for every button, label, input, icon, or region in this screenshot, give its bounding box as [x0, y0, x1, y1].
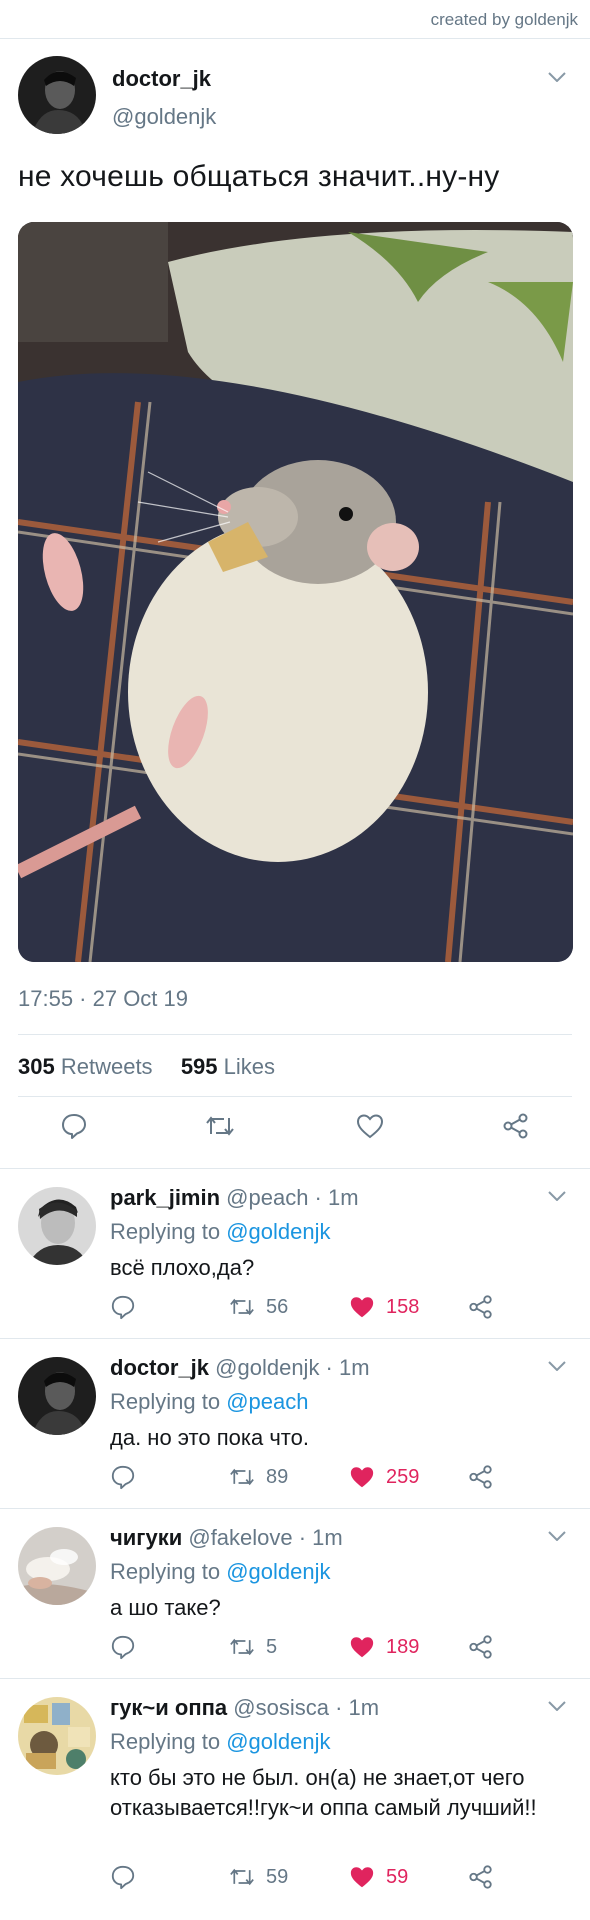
chevron-down-icon[interactable] [548, 1361, 566, 1371]
avatar[interactable] [18, 56, 96, 134]
share-icon[interactable] [468, 1291, 494, 1323]
replying-to-link[interactable]: @peach [226, 1389, 308, 1414]
replying-to-link[interactable]: @goldenjk [226, 1559, 330, 1584]
chevron-down-icon[interactable] [548, 1191, 566, 1201]
author-name[interactable]: doctor_jk [112, 66, 211, 92]
avatar[interactable] [18, 1357, 96, 1435]
replying-to: Replying to @peach [110, 1389, 308, 1415]
like-count[interactable]: 595 [181, 1054, 218, 1079]
heart-filled-icon [350, 1297, 374, 1318]
reply-author-handle[interactable]: @goldenjk · 1m [215, 1355, 369, 1380]
like-count: 189 [386, 1635, 420, 1658]
reply-header: doctor_jk @goldenjk · 1m [110, 1355, 370, 1381]
reply-icon[interactable] [110, 1461, 136, 1493]
chevron-down-icon[interactable] [548, 72, 566, 82]
reply-tweet[interactable]: doctor_jk @goldenjk · 1m Replying to @pe… [0, 1338, 590, 1508]
avatar[interactable] [18, 1187, 96, 1265]
replying-to-label: Replying to [110, 1559, 221, 1584]
like-count: 158 [386, 1295, 420, 1318]
retweet-icon [230, 1298, 254, 1316]
retweet-icon [230, 1868, 254, 1886]
reply-actions: 89 259 [0, 1461, 590, 1493]
replying-to: Replying to @goldenjk [110, 1559, 331, 1585]
like-button[interactable]: 158 [348, 1291, 419, 1323]
replying-to-label: Replying to [110, 1729, 221, 1754]
retweet-icon[interactable] [202, 1108, 238, 1144]
chevron-down-icon[interactable] [548, 1701, 566, 1711]
reply-tweet[interactable]: чигуки @fakelove · 1m Replying to @golde… [0, 1508, 590, 1678]
reply-author-name[interactable]: doctor_jk [110, 1355, 209, 1380]
reply-icon[interactable] [110, 1291, 136, 1323]
reply-author-handle[interactable]: @peach · 1m [226, 1185, 358, 1210]
reply-icon[interactable] [110, 1861, 136, 1893]
reply-text: а шо таке? [110, 1595, 221, 1620]
reply-text: кто бы это не был. он(а) не знает,от чег… [110, 1765, 537, 1820]
likes-label[interactable]: Likes [224, 1054, 275, 1079]
retweet-count: 89 [266, 1465, 289, 1488]
share-icon[interactable] [468, 1461, 494, 1493]
tweet-actions [0, 1108, 590, 1152]
reply-tweet[interactable]: park_jimin @peach · 1m Replying to @gold… [0, 1168, 590, 1338]
reply-icon[interactable] [110, 1631, 136, 1663]
chevron-down-icon[interactable] [548, 1531, 566, 1541]
reply-author-name[interactable]: чигуки [110, 1525, 182, 1550]
reply-tweet[interactable]: гук~и оппа @sosisca · 1m Replying to @go… [0, 1678, 590, 1920]
heart-filled-icon [350, 1637, 374, 1658]
share-icon[interactable] [468, 1861, 494, 1893]
retweets-label[interactable]: Retweets [61, 1054, 153, 1079]
reply-icon[interactable] [56, 1108, 92, 1144]
replying-to-link[interactable]: @goldenjk [226, 1729, 330, 1754]
retweet-icon [230, 1638, 254, 1656]
like-count: 259 [386, 1465, 420, 1488]
heart-filled-icon [350, 1867, 374, 1888]
like-button[interactable]: 259 [348, 1461, 419, 1493]
replying-to-label: Replying to [110, 1219, 221, 1244]
replying-to: Replying to @goldenjk [110, 1729, 331, 1755]
heart-icon[interactable] [352, 1108, 388, 1144]
reply-header: park_jimin @peach · 1m [110, 1185, 359, 1211]
share-icon[interactable] [498, 1108, 534, 1144]
like-button[interactable]: 189 [348, 1631, 419, 1663]
watermark-text: created by goldenjk [430, 10, 578, 29]
retweet-count: 56 [266, 1295, 289, 1318]
replying-to-label: Replying to [110, 1389, 221, 1414]
share-icon[interactable] [468, 1631, 494, 1663]
retweet-count[interactable]: 305 [18, 1054, 55, 1079]
reply-actions: 59 59 [0, 1861, 590, 1893]
retweet-button[interactable]: 59 [228, 1861, 288, 1893]
retweet-icon [230, 1468, 254, 1486]
retweet-button[interactable]: 89 [228, 1461, 288, 1493]
like-count: 59 [386, 1865, 409, 1888]
replying-to: Replying to @goldenjk [110, 1219, 331, 1245]
avatar[interactable] [18, 1527, 96, 1605]
reply-actions: 5 189 [0, 1631, 590, 1663]
divider [18, 1096, 572, 1097]
avatar[interactable] [18, 1697, 96, 1775]
divider [18, 1034, 572, 1035]
reply-actions: 56 158 [0, 1291, 590, 1323]
reply-author-handle[interactable]: @sosisca · 1m [233, 1695, 379, 1720]
reply-author-name[interactable]: park_jimin [110, 1185, 220, 1210]
tweet-photo[interactable] [18, 222, 573, 962]
reply-text: всё плохо,да? [110, 1255, 255, 1280]
tweet-timestamp[interactable]: 17:55 · 27 Oct 19 [18, 986, 188, 1012]
like-button[interactable]: 59 [348, 1861, 408, 1893]
retweet-count: 5 [266, 1635, 278, 1658]
main-tweet: doctor_jk @goldenjk не хочешь общаться з… [0, 38, 590, 1168]
tweet-stats: 305 Retweets 595 Likes [18, 1054, 275, 1080]
reply-author-handle[interactable]: @fakelove · 1m [188, 1525, 342, 1550]
reply-author-name[interactable]: гук~и оппа [110, 1695, 227, 1720]
reply-text: да. но это пока что. [110, 1425, 309, 1450]
retweet-button[interactable]: 5 [228, 1631, 277, 1663]
author-handle[interactable]: @goldenjk [112, 104, 216, 130]
tweet-text: не хочешь общаться значит..ну-ну [18, 160, 500, 193]
retweet-count: 59 [266, 1865, 289, 1888]
replying-to-link[interactable]: @goldenjk [226, 1219, 330, 1244]
reply-header: гук~и оппа @sosisca · 1m [110, 1695, 379, 1721]
retweet-button[interactable]: 56 [228, 1291, 288, 1323]
reply-header: чигуки @fakelove · 1m [110, 1525, 343, 1551]
heart-filled-icon [350, 1467, 374, 1488]
